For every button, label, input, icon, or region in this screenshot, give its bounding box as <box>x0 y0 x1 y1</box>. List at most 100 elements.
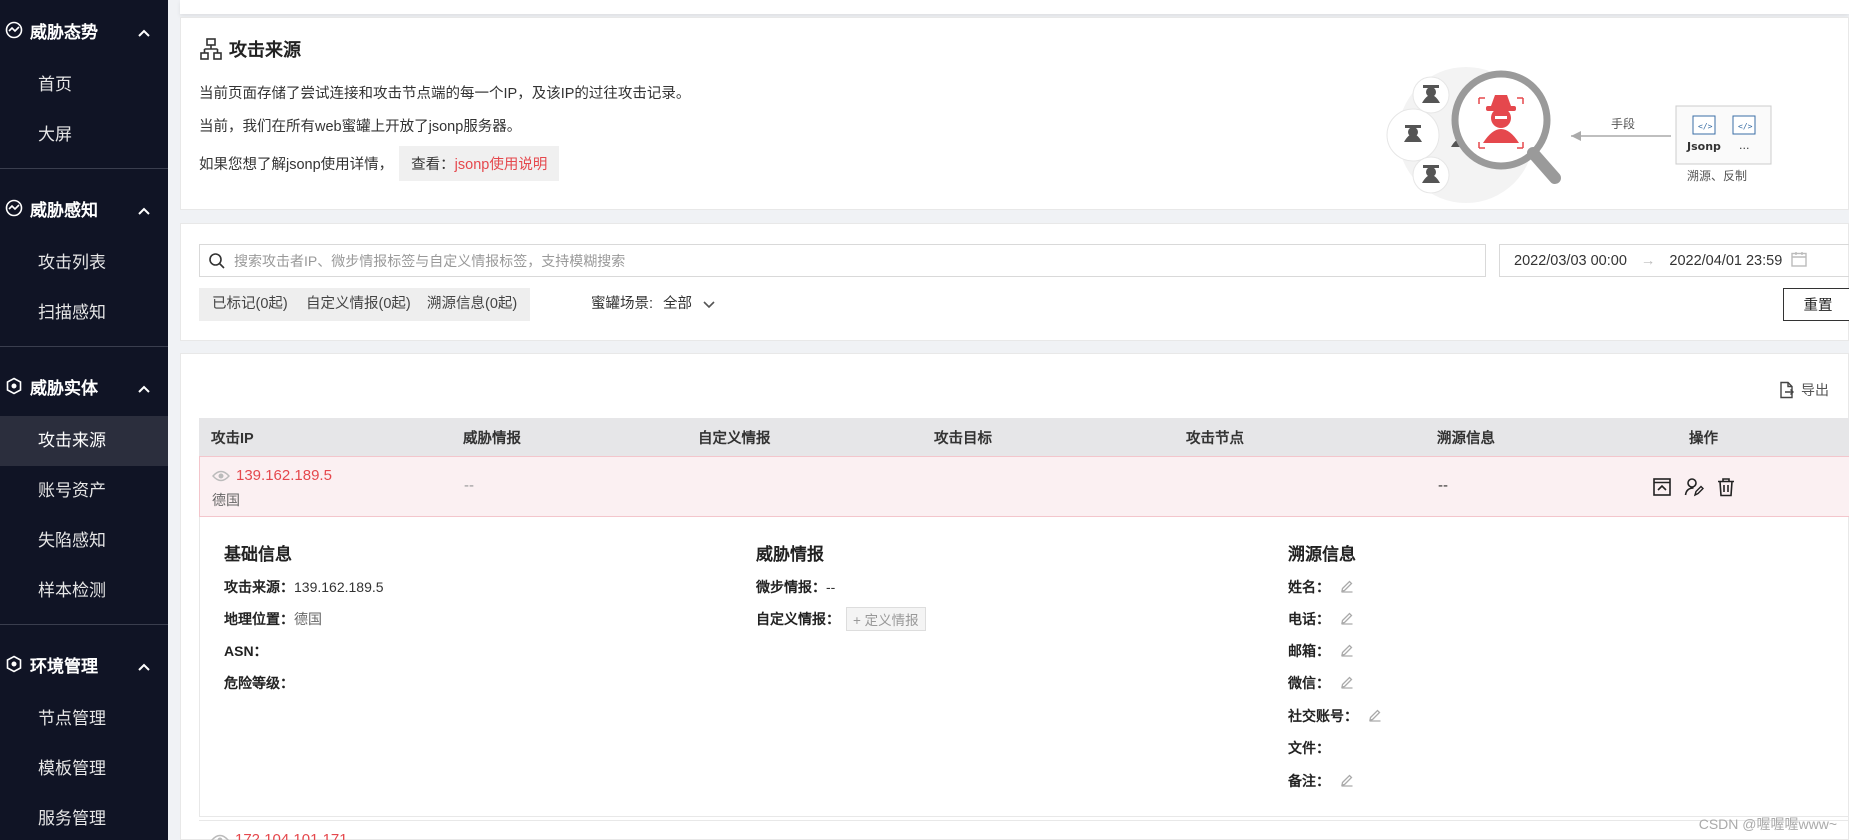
field-value: 德国 <box>294 611 322 627</box>
field-phone: 电话： <box>1288 609 1354 629</box>
field-label: 文件： <box>1288 740 1330 756</box>
env-manage-icon <box>4 654 24 674</box>
attack-country: 德国 <box>212 492 240 508</box>
field-label: 电话： <box>1288 611 1330 627</box>
chevron-down-icon[interactable] <box>702 300 716 310</box>
sidebar-item-compromise-perception[interactable]: 失陷感知 <box>0 516 168 566</box>
intro-help-text: 如果您想了解jsonp使用详情， <box>199 157 394 173</box>
eye-icon[interactable] <box>212 470 230 482</box>
svg-text:</>: </> <box>1698 122 1713 131</box>
help-prefix: 查看： <box>411 157 455 173</box>
chip-custom-intel[interactable]: 自定义情报(0起) <box>293 288 424 321</box>
column-header: 操作 <box>1689 430 1718 447</box>
intro-description-2: 当前，我们在所有web蜜罐上开放了jsonp服务器。 <box>199 119 522 135</box>
trash-icon[interactable] <box>1716 477 1736 497</box>
sidebar-item-bigscreen[interactable]: 大屏 <box>0 110 168 160</box>
field-custom-intel: 自定义情报： + 定义情报 <box>756 607 926 631</box>
edit-pen-icon[interactable] <box>1368 708 1382 725</box>
field-label: 地理位置： <box>224 611 294 627</box>
column-header: 攻击目标 <box>934 430 992 447</box>
date-arrow-icon: → <box>1640 252 1656 269</box>
sidebar-item-template-manage[interactable]: 模板管理 <box>0 744 168 794</box>
chevron-up-icon[interactable] <box>138 378 150 398</box>
attack-ip-cell: 172.104.101.171 <box>211 831 348 840</box>
intro-description-3: 如果您想了解jsonp使用详情， 查看：jsonp使用说明 <box>199 146 560 181</box>
page-title: 攻击来源 <box>199 36 301 62</box>
illus-caption: 溯源、反制 <box>1687 168 1747 183</box>
top-bar <box>180 0 1849 14</box>
field-social-account: 社交账号： <box>1288 706 1382 726</box>
svg-text:</>: </> <box>1738 122 1753 131</box>
search-placeholder: 搜索攻击者IP、微步情报标签与自定义情报标签，支持模糊搜索 <box>234 252 626 269</box>
field-value: 139.162.189.5 <box>294 579 384 595</box>
illus-jsonp-label: Jsonp <box>1686 140 1721 153</box>
field-wechat: 微信： <box>1288 673 1354 693</box>
jsonp-help-box: 查看：jsonp使用说明 <box>399 146 560 181</box>
sidebar-item-account-assets[interactable]: 账号资产 <box>0 466 168 516</box>
table-row[interactable]: 139.162.189.5 德国 -- -- <box>199 456 1849 517</box>
field-threatbook-intel: 微步情报： -- <box>756 577 835 597</box>
sidebar-item-scan-perception[interactable]: 扫描感知 <box>0 288 168 338</box>
sidebar-item-sample-detection[interactable]: 样本检测 <box>0 566 168 616</box>
attack-ip[interactable]: 172.104.101.171 <box>235 831 348 840</box>
sidebar-item-attack-source[interactable]: 攻击来源 <box>0 416 168 466</box>
scene-value[interactable]: 全部 <box>663 288 692 321</box>
sidebar-group-threat-perception[interactable]: 威胁感知 <box>0 178 168 238</box>
search-input[interactable]: 搜索攻击者IP、微步情报标签与自定义情报标签，支持模糊搜索 <box>199 244 1486 277</box>
field-label: 攻击来源： <box>224 579 294 595</box>
chevron-up-icon[interactable] <box>138 200 150 220</box>
field-note: 备注： <box>1288 771 1354 791</box>
export-label: 导出 <box>1801 382 1829 398</box>
sidebar-group-env-manage[interactable]: 环境管理 <box>0 634 168 694</box>
sidebar-group-title: 威胁感知 <box>30 200 98 220</box>
field-name: 姓名： <box>1288 577 1354 597</box>
calendar-icon[interactable] <box>1790 250 1808 272</box>
threat-situation-icon <box>4 20 24 40</box>
export-button[interactable]: 导出 <box>1779 380 1829 400</box>
table-row[interactable]: 172.104.101.171 <box>199 820 1849 840</box>
column-header: 攻击节点 <box>1186 430 1244 447</box>
row-detail-panel: 基础信息 攻击来源： 139.162.189.5 地理位置： 德国 ASN： 危险等… <box>199 517 1849 817</box>
field-label: 微信： <box>1288 675 1330 691</box>
section-title: 威胁情报 <box>756 545 824 564</box>
date-end[interactable]: 2022/04/01 23:59 <box>1669 253 1782 269</box>
edit-pen-icon[interactable] <box>1340 579 1354 596</box>
column-header: 自定义情报 <box>698 430 771 447</box>
sidebar-group-threat-situation[interactable]: 威胁态势 <box>0 0 168 60</box>
column-header: 溯源信息 <box>1437 430 1495 447</box>
chevron-up-icon[interactable] <box>138 656 150 676</box>
sidebar-item-node-manage[interactable]: 节点管理 <box>0 694 168 744</box>
field-label: 微步情报： <box>756 579 826 595</box>
chip-marked[interactable]: 已标记(0起) <box>199 288 301 321</box>
chevron-up-icon[interactable] <box>138 22 150 42</box>
threat-perception-icon <box>4 198 24 218</box>
filter-card: 搜索攻击者IP、微步情报标签与自定义情报标签，支持模糊搜索 2022/03/03… <box>180 223 1849 341</box>
date-range-picker[interactable]: 2022/03/03 00:00 → 2022/04/01 23:59 <box>1499 244 1849 277</box>
field-value: -- <box>826 579 836 595</box>
collapse-icon[interactable] <box>1652 477 1672 497</box>
sidebar-item-service-manage[interactable]: 服务管理 <box>0 794 168 840</box>
eye-icon[interactable] <box>211 834 229 840</box>
add-custom-intel-button[interactable]: + 定义情报 <box>846 607 926 631</box>
sidebar: 威胁态势 首页 大屏 威胁感知 攻击列表 扫描感知 威胁实体 攻击来源 账号资产… <box>0 0 168 840</box>
scene-label: 蜜罐场景: <box>591 296 654 312</box>
edit-pen-icon[interactable] <box>1340 773 1354 790</box>
field-risk-level: 危险等级： <box>224 673 294 693</box>
honeypot-scene-select[interactable]: 蜜罐场景: 全部 <box>591 288 716 321</box>
field-email: 邮箱： <box>1288 641 1354 661</box>
attack-ip[interactable]: 139.162.189.5 <box>236 467 332 484</box>
date-start[interactable]: 2022/03/03 00:00 <box>1514 253 1627 269</box>
reset-button[interactable]: 重置 <box>1783 288 1849 321</box>
user-edit-icon[interactable] <box>1684 477 1704 497</box>
export-icon <box>1780 381 1794 399</box>
chip-trace-info[interactable]: 溯源信息(0起) <box>414 288 531 321</box>
edit-pen-icon[interactable] <box>1340 675 1354 692</box>
edit-pen-icon[interactable] <box>1340 643 1354 660</box>
edit-pen-icon[interactable] <box>1340 611 1354 628</box>
sidebar-group-threat-entity[interactable]: 威胁实体 <box>0 356 168 416</box>
sidebar-divider <box>0 346 168 347</box>
jsonp-help-link[interactable]: jsonp使用说明 <box>455 157 548 173</box>
attack-trace-illustration: 手段 </> Jsonp </> ... 溯源、反制 <box>1386 67 1772 203</box>
sidebar-item-home[interactable]: 首页 <box>0 60 168 110</box>
sidebar-item-attack-list[interactable]: 攻击列表 <box>0 238 168 288</box>
